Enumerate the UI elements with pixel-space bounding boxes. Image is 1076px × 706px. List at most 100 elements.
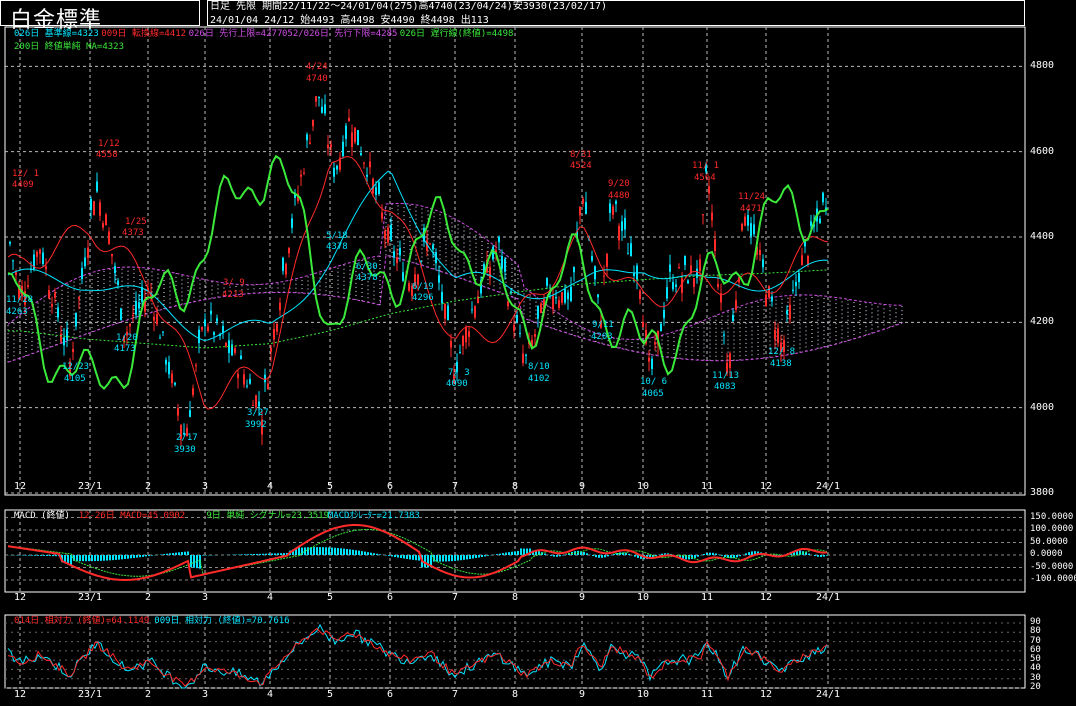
x-tick-label: 12 bbox=[759, 592, 773, 603]
x-tick-label: 11 bbox=[700, 689, 714, 700]
candle-body bbox=[627, 253, 629, 255]
candle-body bbox=[264, 374, 266, 383]
annotation-label: 11/ 1 bbox=[692, 161, 720, 171]
rsi-tick-label: 80 bbox=[1030, 626, 1041, 637]
candle-body bbox=[684, 256, 686, 265]
x-tick-label: 6 bbox=[386, 689, 394, 700]
candle-body bbox=[675, 284, 677, 288]
candle-body bbox=[291, 218, 293, 228]
candle-body bbox=[330, 144, 332, 148]
candle-body bbox=[492, 246, 494, 260]
annotation-label: 4524 bbox=[570, 161, 592, 171]
x-tick-label: 4 bbox=[266, 481, 274, 492]
macd-signal-line bbox=[7, 529, 828, 577]
candle-body bbox=[111, 253, 113, 257]
candle-body bbox=[237, 373, 239, 379]
candle-body bbox=[525, 354, 527, 356]
macd-tick-label: 50.0000 bbox=[1030, 536, 1068, 547]
x-tick-label: 3 bbox=[201, 481, 209, 492]
candle-body bbox=[459, 351, 461, 353]
x-tick-label: 7 bbox=[451, 481, 459, 492]
annotation-label: 4558 bbox=[96, 150, 118, 160]
candle-body bbox=[798, 273, 800, 283]
legend-item-macd: 9日 単純 シグナル=23.3519 bbox=[206, 511, 329, 521]
candle-body bbox=[651, 358, 653, 369]
candle-body bbox=[591, 256, 593, 261]
candle-body bbox=[504, 258, 506, 272]
annotation-label: 5/18 bbox=[326, 231, 348, 241]
candle-body bbox=[93, 201, 95, 216]
x-tick-label: 6 bbox=[386, 592, 394, 603]
candle-body bbox=[567, 292, 569, 300]
legend-item-main: 052/026日 先行下限=4285 bbox=[282, 29, 398, 39]
annotation-label: 4065 bbox=[642, 389, 664, 399]
candle-body bbox=[570, 286, 572, 301]
candle-body bbox=[267, 383, 269, 390]
candle-body bbox=[15, 272, 17, 276]
x-tick-label: 12 bbox=[759, 689, 773, 700]
x-tick-label: 2 bbox=[144, 592, 152, 603]
candle-body bbox=[534, 334, 536, 337]
candle-body bbox=[666, 287, 668, 299]
annotation-label: 4378 bbox=[356, 273, 378, 283]
annotation-label: 1/12 bbox=[98, 139, 120, 149]
legend-item-macd: 12-26日 MACD=45.0902 bbox=[78, 511, 186, 521]
annotation-label: 4409 bbox=[12, 180, 34, 190]
x-tick-label: 2 bbox=[144, 689, 152, 700]
candle-body bbox=[792, 289, 794, 292]
candle-body bbox=[225, 342, 227, 347]
candle-body bbox=[327, 144, 329, 149]
candle-body bbox=[366, 174, 368, 177]
x-tick-label: 24/1 bbox=[815, 592, 841, 603]
candle-body bbox=[396, 257, 398, 264]
annotation-label: 12/ 1 bbox=[12, 169, 40, 179]
macd-tick-label: 100.0000 bbox=[1030, 524, 1074, 534]
candle-body bbox=[711, 212, 713, 221]
candle-body bbox=[393, 251, 395, 258]
candle-body bbox=[762, 259, 764, 268]
x-tick-label: 23/1 bbox=[77, 689, 103, 700]
candle-body bbox=[171, 373, 173, 384]
candle-body bbox=[822, 192, 824, 203]
candle-body bbox=[375, 187, 377, 195]
annotation-label: 4564 bbox=[694, 173, 716, 183]
candle-body bbox=[759, 249, 761, 256]
candle-body bbox=[213, 332, 215, 335]
candle-body bbox=[669, 264, 671, 272]
candle-body bbox=[723, 334, 725, 336]
candle-body bbox=[717, 283, 719, 288]
candle-body bbox=[243, 374, 245, 385]
annotation-label: 3992 bbox=[245, 420, 267, 430]
candle-body bbox=[342, 141, 344, 157]
candle-body bbox=[78, 296, 80, 299]
candle-body bbox=[777, 328, 779, 344]
candle-body bbox=[441, 291, 443, 304]
candle-body bbox=[555, 297, 557, 299]
annotation-label: 4480 bbox=[608, 191, 630, 201]
candle-body bbox=[51, 304, 53, 307]
candle-body bbox=[702, 214, 704, 216]
candle-body bbox=[333, 167, 335, 177]
x-tick-label: 23/1 bbox=[77, 481, 103, 492]
macd-tick-label: 0.0000 bbox=[1030, 549, 1063, 559]
x-tick-label: 12 bbox=[13, 689, 27, 700]
candle-body bbox=[402, 272, 404, 281]
candle-body bbox=[579, 206, 581, 216]
annotation-label: 4213 bbox=[222, 290, 244, 300]
candle-body bbox=[252, 405, 254, 407]
candle-body bbox=[432, 244, 434, 250]
candle-body bbox=[36, 251, 38, 257]
x-tick-label: 4 bbox=[266, 689, 274, 700]
candle-body bbox=[57, 307, 59, 318]
macd-tick-label: -50.0000 bbox=[1030, 561, 1074, 572]
candle-body bbox=[276, 323, 278, 332]
rsi-tick-label: 20 bbox=[1030, 682, 1041, 692]
annotation-label: 11/24 bbox=[738, 192, 766, 202]
annotation-label: 4090 bbox=[446, 379, 468, 389]
candle-body bbox=[210, 310, 212, 315]
candle-body bbox=[450, 340, 452, 348]
annotation-label: 6/19 bbox=[412, 282, 434, 292]
candle-body bbox=[699, 259, 701, 272]
candle-body bbox=[132, 315, 134, 317]
legend-item-main: 009日 転換線=4412 bbox=[101, 29, 187, 39]
